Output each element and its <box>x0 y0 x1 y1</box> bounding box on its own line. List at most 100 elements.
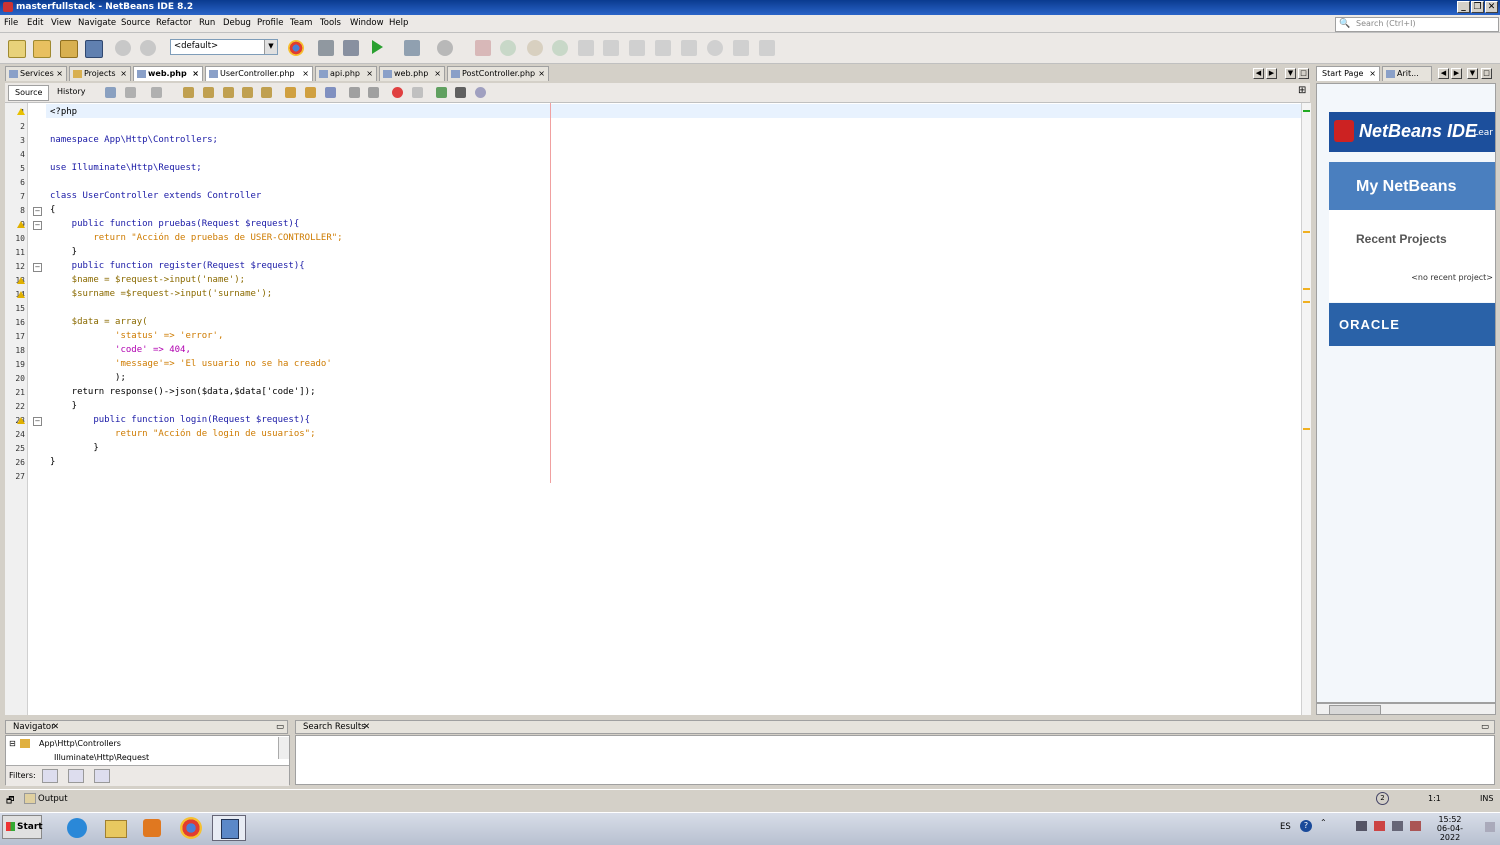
stop-macro-icon[interactable] <box>412 87 423 98</box>
open-project-icon[interactable] <box>60 40 78 58</box>
close-tab-icon[interactable]: × <box>1369 67 1376 81</box>
find-icon[interactable] <box>183 87 194 98</box>
menu-help[interactable]: Help <box>389 18 408 28</box>
restore-window-icon[interactable]: 🗗 <box>6 793 14 809</box>
minimize-button[interactable]: _ <box>1457 1 1470 13</box>
find-next-icon[interactable] <box>223 87 234 98</box>
warning-marker[interactable] <box>1303 288 1310 290</box>
restore-button[interactable]: ❐ <box>1471 1 1484 13</box>
menu-edit[interactable]: Edit <box>27 18 43 28</box>
close-tab-icon[interactable]: × <box>366 67 373 81</box>
minimize-panel-icon[interactable]: ▭ <box>1481 722 1489 732</box>
tray-signal-icon[interactable] <box>1392 821 1403 831</box>
maximize-editor-button[interactable]: □ <box>1298 68 1309 79</box>
menu-navigate[interactable]: Navigate <box>78 18 116 28</box>
menu-team[interactable]: Team <box>290 18 312 28</box>
learn-link[interactable]: Lear <box>1473 128 1493 138</box>
scroll-tabs-left-button[interactable]: ◀ <box>1438 68 1449 79</box>
warning-marker[interactable] <box>1303 428 1310 430</box>
tab-usercontroller-php[interactable]: UserController.php × <box>205 66 313 81</box>
search-results-tab[interactable]: Search Results <box>303 722 366 732</box>
menu-window[interactable]: Window <box>350 18 384 28</box>
tab-list-button[interactable]: ▼ <box>1467 68 1478 79</box>
warning-icon[interactable] <box>17 221 25 228</box>
taskbar-clock[interactable]: 15:52 06-04-2022 <box>1430 815 1470 842</box>
close-tab-icon[interactable]: × <box>302 67 309 81</box>
uncomment-icon[interactable] <box>455 87 466 98</box>
start-button[interactable]: Start <box>2 815 43 839</box>
forward-icon[interactable] <box>151 87 162 98</box>
scroll-tabs-left-button[interactable]: ◀ <box>1253 68 1264 79</box>
split-editor-icon[interactable]: ⊞ <box>1298 85 1309 96</box>
close-tab-icon[interactable]: ✕ <box>363 722 370 732</box>
undo-icon[interactable] <box>115 40 131 56</box>
fold-toggle-icon[interactable]: − <box>33 221 42 230</box>
build-icon[interactable] <box>318 40 334 56</box>
close-tab-icon[interactable]: × <box>120 67 127 81</box>
tab-web-php[interactable]: web.php × <box>133 66 203 81</box>
menu-tools[interactable]: Tools <box>320 18 341 28</box>
shift-right-icon[interactable] <box>368 87 379 98</box>
menu-run[interactable]: Run <box>199 18 215 28</box>
scroll-tabs-right-button[interactable]: ▶ <box>1266 68 1277 79</box>
shift-left-icon[interactable] <box>349 87 360 98</box>
warning-marker[interactable] <box>1303 231 1310 233</box>
previous-bookmark-icon[interactable] <box>285 87 296 98</box>
menu-debug[interactable]: Debug <box>223 18 251 28</box>
menu-profile[interactable]: Profile <box>257 18 283 28</box>
close-button[interactable]: ✕ <box>1485 1 1498 13</box>
new-project-icon[interactable] <box>33 40 51 58</box>
warning-marker[interactable] <box>1303 301 1310 303</box>
new-file-icon[interactable] <box>8 40 26 58</box>
database-icon[interactable] <box>475 87 486 98</box>
start-page-horizontal-scrollbar[interactable] <box>1316 703 1496 715</box>
fold-toggle-icon[interactable]: − <box>33 417 42 426</box>
tray-security-icon[interactable] <box>1374 821 1385 831</box>
scrollbar-thumb[interactable] <box>1329 705 1381 715</box>
filter-static-icon[interactable] <box>94 769 110 783</box>
tab-start-page[interactable]: Start Page × <box>1316 66 1380 81</box>
file-explorer-icon[interactable] <box>98 815 132 841</box>
menu-refactor[interactable]: Refactor <box>156 18 192 28</box>
notifications-icon[interactable]: 2 <box>1376 792 1389 805</box>
close-tab-icon[interactable]: × <box>434 67 441 81</box>
profile-icon[interactable] <box>437 40 453 56</box>
toggle-bookmark-icon[interactable] <box>325 87 336 98</box>
fold-toggle-icon[interactable]: − <box>33 263 42 272</box>
fold-toggle-icon[interactable]: − <box>33 207 42 216</box>
tree-item[interactable]: App\Http\Controllers <box>39 739 121 748</box>
comment-icon[interactable] <box>436 87 447 98</box>
hint-bulb-icon[interactable] <box>17 108 25 115</box>
netbeans-taskbar-icon[interactable] <box>212 815 246 841</box>
back-icon[interactable] <box>125 87 136 98</box>
menu-source[interactable]: Source <box>121 18 150 28</box>
tray-volume-icon[interactable] <box>1410 821 1421 831</box>
filter-fields-icon[interactable] <box>42 769 58 783</box>
close-tab-icon[interactable]: × <box>56 67 63 81</box>
warning-icon[interactable] <box>17 277 25 284</box>
search-input[interactable]: 🔍 Search (Ctrl+I) <box>1335 17 1499 32</box>
tray-expand-icon[interactable]: ⌃ <box>1320 818 1327 827</box>
close-tab-icon[interactable]: ✕ <box>52 722 59 732</box>
save-all-icon[interactable] <box>85 40 103 58</box>
tab-api-php[interactable]: api.php × <box>315 66 377 81</box>
source-tab[interactable]: Source <box>8 85 50 101</box>
chevron-down-icon[interactable]: ▼ <box>264 40 277 54</box>
close-tab-icon[interactable]: × <box>538 67 545 81</box>
navigator-tab[interactable]: Navigator <box>13 722 55 732</box>
find-previous-icon[interactable] <box>203 87 214 98</box>
oracle-banner[interactable]: ORACLE <box>1329 303 1495 346</box>
next-bookmark-icon[interactable] <box>305 87 316 98</box>
filter-inherited-icon[interactable] <box>68 769 84 783</box>
help-icon[interactable]: ? <box>1300 820 1312 832</box>
internet-explorer-icon[interactable] <box>60 815 94 841</box>
toggle-highlight-icon[interactable] <box>261 87 272 98</box>
tab-projects[interactable]: Projects × <box>69 66 131 81</box>
tree-item[interactable]: Illuminate\Http\Request <box>54 753 149 762</box>
run-icon[interactable] <box>372 40 383 54</box>
tab-postcontroller-php[interactable]: PostController.php × <box>447 66 549 81</box>
tab-services[interactable]: Services × <box>5 66 67 81</box>
error-stripe[interactable] <box>1301 103 1311 715</box>
chrome-taskbar-icon[interactable] <box>174 815 208 841</box>
netbeans-logo-banner[interactable]: NetBeans IDE Lear <box>1329 112 1495 152</box>
